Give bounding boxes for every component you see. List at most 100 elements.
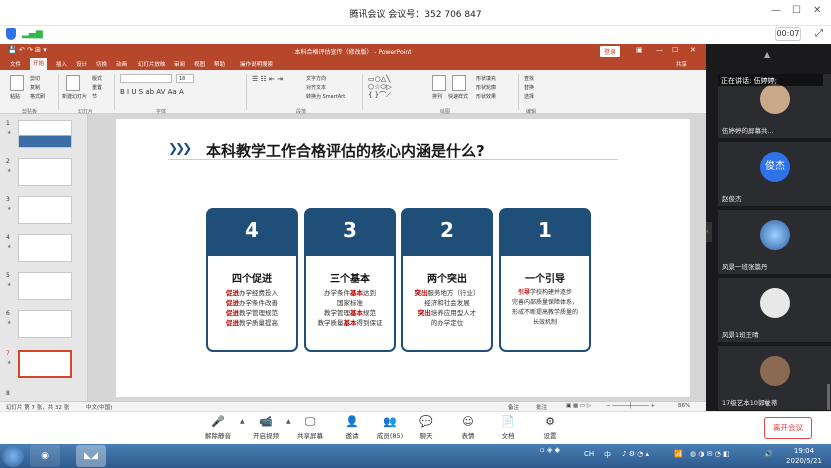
- smartart-label[interactable]: 转换为 SmartArt: [306, 93, 345, 100]
- tell-me-search[interactable]: 操作说明搜索: [240, 60, 273, 68]
- scrollbar[interactable]: [827, 384, 830, 410]
- slide-thumb-4[interactable]: [18, 234, 72, 262]
- copy-label[interactable]: 复制: [30, 84, 40, 91]
- tab-review[interactable]: 审阅: [174, 60, 185, 68]
- collapse-panel-icon[interactable]: ‹: [706, 222, 712, 242]
- quick-styles-label[interactable]: 快速样式: [448, 93, 468, 100]
- ppt-minimize-icon[interactable]: —: [656, 46, 663, 54]
- ime-indicator[interactable]: CH: [584, 450, 594, 458]
- zoom-level[interactable]: 86%: [678, 403, 690, 409]
- leave-meeting-button[interactable]: 离开会议: [764, 417, 812, 439]
- shapes-icon[interactable]: [432, 75, 446, 91]
- close-icon[interactable]: ✕: [813, 5, 821, 16]
- maximize-icon[interactable]: ☐: [792, 5, 801, 16]
- chat-button[interactable]: 💬 聊天: [408, 415, 444, 440]
- scroll-up-icon[interactable]: ▲: [764, 50, 770, 59]
- participant-tile[interactable]: 风景1班王晴: [718, 278, 831, 342]
- paste-label[interactable]: 粘贴: [10, 93, 20, 100]
- select-label[interactable]: 选择: [524, 93, 534, 100]
- tab-design[interactable]: 设计: [76, 60, 87, 68]
- tray-icons[interactable]: ▫ ◈ ◆: [540, 446, 560, 454]
- paste-icon[interactable]: [10, 75, 24, 91]
- shapes-gallery[interactable]: ▭○△╲ ⬠☆⬭▷{ }⌒⟋: [368, 75, 392, 99]
- card-number: 1: [538, 218, 552, 242]
- documents-button[interactable]: 📄 文档: [490, 415, 526, 440]
- arrange-label[interactable]: 排列: [432, 93, 442, 100]
- slide-thumb-6[interactable]: [18, 310, 72, 338]
- invite-button[interactable]: 👤 邀请: [334, 415, 370, 440]
- volume-icon[interactable]: 🔊: [764, 450, 773, 458]
- tab-file[interactable]: 文件: [10, 60, 21, 68]
- participant-tile[interactable]: 17级艺本10郭杜蒂: [718, 346, 831, 410]
- members-icon: 👥: [383, 415, 397, 428]
- find-label[interactable]: 查找: [524, 75, 534, 82]
- ime-chinese-icon[interactable]: 中: [604, 450, 611, 460]
- taskbar-tencent-meeting-icon[interactable]: ◣◢: [76, 445, 106, 467]
- section-label[interactable]: 节: [92, 93, 97, 100]
- slide-thumb-7[interactable]: [18, 350, 72, 378]
- window-title: 腾讯会议 会议号：352 706 847: [349, 10, 482, 20]
- shape-outline-label[interactable]: 形状轮廓: [476, 84, 496, 91]
- reset-label[interactable]: 重置: [92, 84, 102, 91]
- video-options-caret-icon[interactable]: ▲: [286, 418, 291, 425]
- network-icon[interactable]: 📶: [674, 450, 683, 458]
- settings-button[interactable]: ⚙ 设置: [532, 415, 568, 440]
- participant-tile[interactable]: 风景一班张篇丹: [718, 210, 831, 274]
- shape-effects-label[interactable]: 形状效果: [476, 93, 496, 100]
- emoji-button[interactable]: ☺ 表情: [450, 415, 486, 440]
- layout-label[interactable]: 版式: [92, 75, 102, 82]
- tab-animations[interactable]: 动画: [116, 60, 127, 68]
- members-button[interactable]: 👥 成员(85): [372, 415, 408, 440]
- notes-button[interactable]: 备注: [508, 403, 519, 411]
- participant-tile[interactable]: 俊杰 赵俊杰: [718, 142, 831, 206]
- slide-thumb-2[interactable]: [18, 158, 72, 186]
- tab-insert[interactable]: 插入: [56, 60, 67, 68]
- text-direction-label[interactable]: 文字方向: [306, 75, 326, 82]
- taskbar-browser-icon[interactable]: ◉: [30, 445, 60, 467]
- kw: 促进: [226, 319, 239, 327]
- view-mode-icons[interactable]: ▣ ▦ ▭ ▷: [566, 403, 591, 409]
- font-size-box[interactable]: 18: [176, 74, 194, 83]
- ppt-close-icon[interactable]: ✕: [690, 46, 696, 54]
- scroll-down-icon[interactable]: ▼: [764, 399, 770, 408]
- share-label[interactable]: 共享: [676, 60, 687, 68]
- align-text-label[interactable]: 对齐文本: [306, 84, 326, 91]
- replace-label[interactable]: 替换: [524, 84, 534, 91]
- font-format-icons[interactable]: B I U S ab AV Aa A: [120, 88, 184, 96]
- comments-button[interactable]: 批注: [536, 403, 547, 411]
- slide-thumb-5[interactable]: [18, 272, 72, 300]
- start-video-button[interactable]: 📹 开启视频: [248, 415, 284, 440]
- ppt-maximize-icon[interactable]: ☐: [672, 46, 678, 54]
- fullscreen-icon[interactable]: ⤢: [815, 28, 823, 39]
- slide-thumb-3[interactable]: [18, 196, 72, 224]
- new-slide-icon[interactable]: [66, 75, 80, 91]
- members-label: 成员(85): [376, 432, 404, 440]
- security-shield-icon[interactable]: [6, 28, 16, 40]
- minimize-icon[interactable]: —: [771, 5, 781, 16]
- audio-options-caret-icon[interactable]: ▲: [240, 418, 245, 425]
- tab-home[interactable]: 开始: [30, 58, 48, 70]
- share-screen-button[interactable]: 🖵 共享屏幕: [292, 415, 328, 440]
- unmute-button[interactable]: 🎤 解除静音: [200, 415, 236, 440]
- tab-view[interactable]: 视图: [194, 60, 205, 68]
- quick-styles-icon[interactable]: [452, 75, 466, 91]
- ppt-login-button[interactable]: 登录: [600, 46, 621, 57]
- txt: 规范: [363, 309, 376, 317]
- zoom-slider[interactable]: − ─────┼───── +: [606, 403, 655, 409]
- cut-label[interactable]: 剪切: [30, 75, 40, 82]
- system-clock[interactable]: 19:04 2020/5/21: [784, 446, 824, 466]
- tab-help[interactable]: 帮助: [214, 60, 225, 68]
- current-slide[interactable]: ❯❯❯ 本科教学工作合格评估的核心内涵是什么? 4 四个促进 促进办学经费投入 …: [116, 119, 690, 397]
- ppt-ribbon-display-icon[interactable]: ▣: [636, 46, 643, 54]
- new-slide-label[interactable]: 新建幻灯片: [62, 93, 87, 100]
- slide-thumb-1[interactable]: [18, 120, 72, 148]
- shape-fill-label[interactable]: 形状填充: [476, 75, 496, 82]
- format-painter-label[interactable]: 格式刷: [30, 93, 45, 100]
- tab-transitions[interactable]: 切换: [96, 60, 107, 68]
- tab-slideshow[interactable]: 幻灯片放映: [138, 60, 166, 68]
- tray-misc-icons[interactable]: ◍ ◑ ✉ ◔ ◧: [690, 450, 730, 458]
- tray-tool-icons[interactable]: ♪ ⚙ ◔ ▴: [622, 450, 649, 458]
- paragraph-icons[interactable]: ☰ ☷ ⇤ ⇥: [252, 75, 283, 83]
- font-name-box[interactable]: [120, 74, 172, 83]
- start-button[interactable]: [2, 445, 24, 467]
